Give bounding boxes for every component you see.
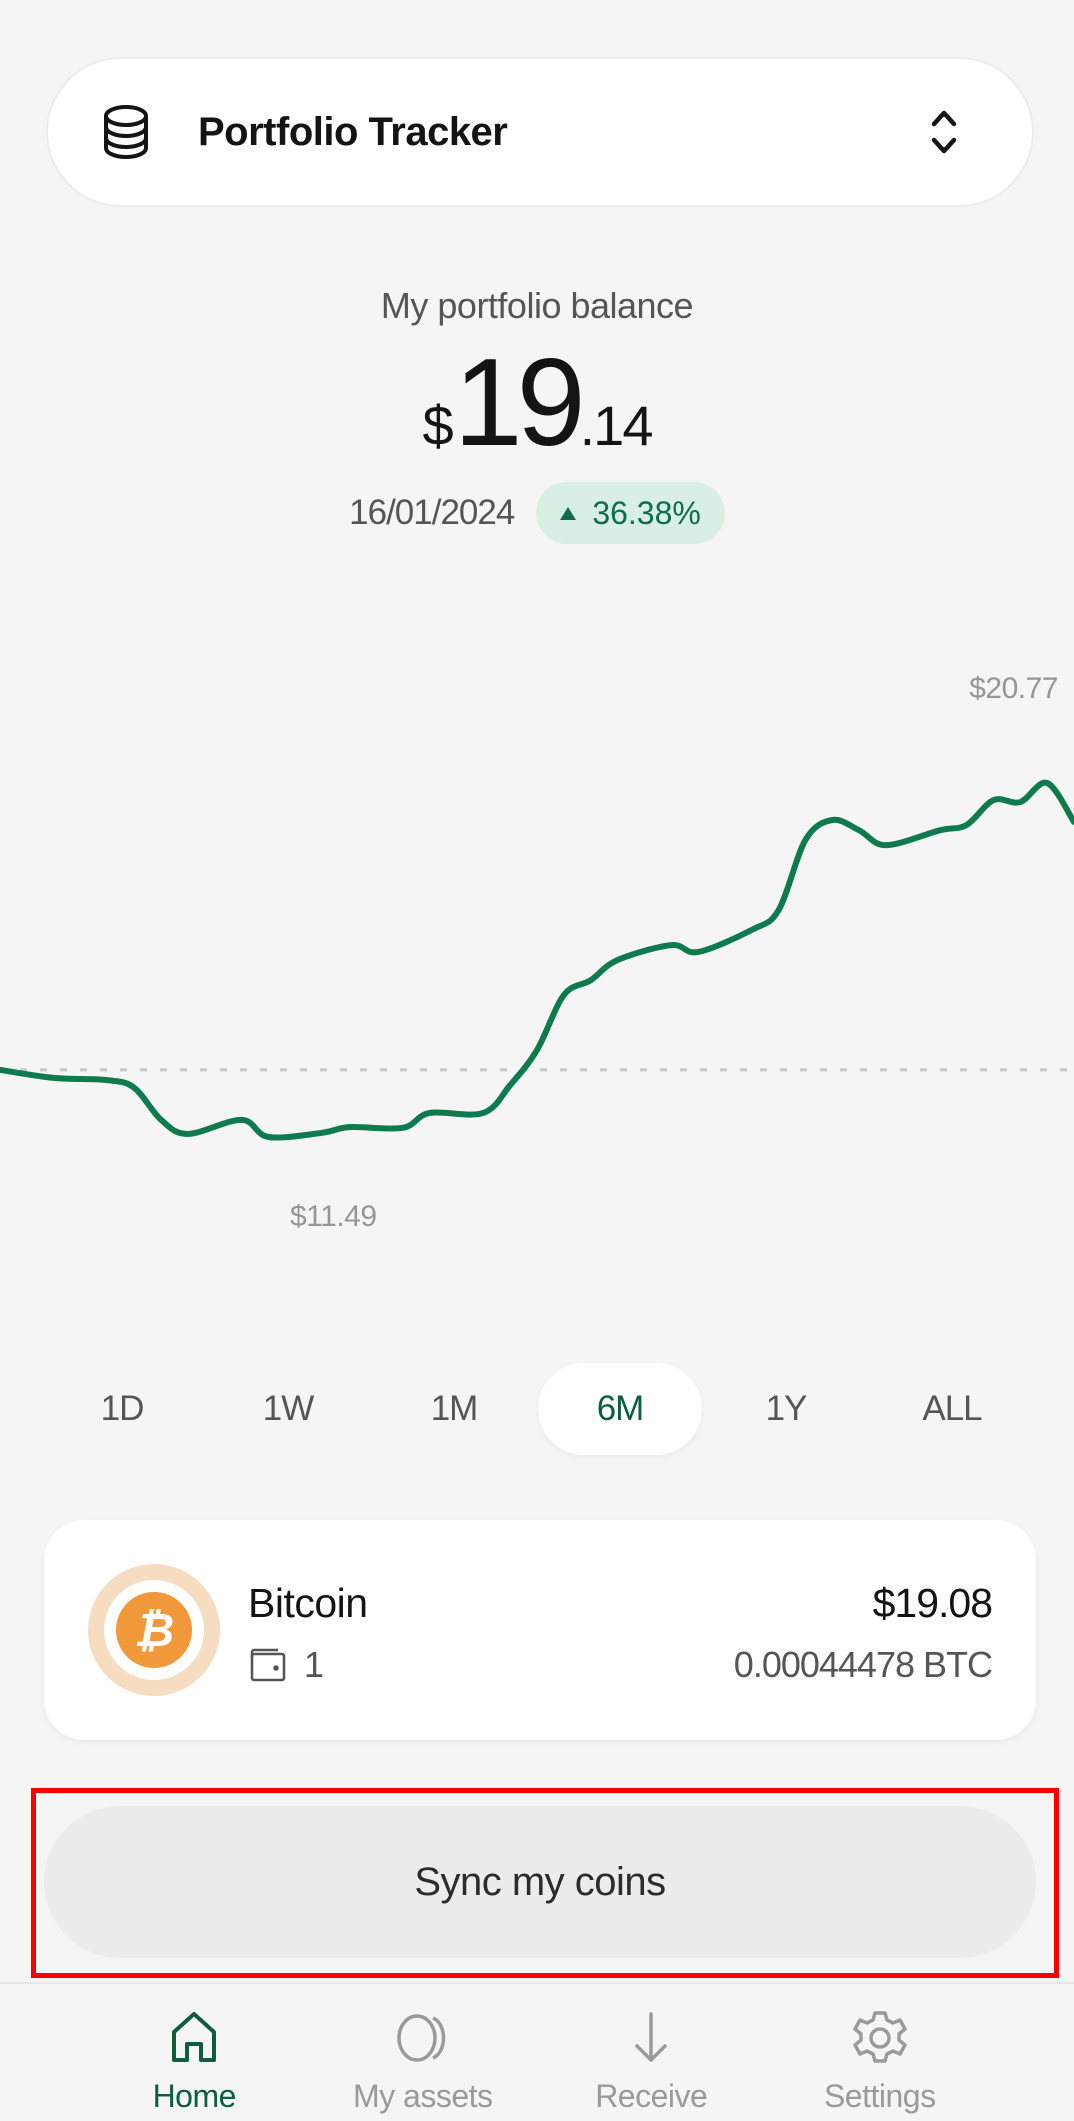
nav-home[interactable]: Home [94,1984,294,2121]
triangle-up-icon [560,506,577,520]
sync-coins-button[interactable]: Sync my coins [44,1806,1036,1958]
portfolio-selector[interactable]: Portfolio Tracker [46,57,1034,207]
time-range-selector: 1D 1W 1M 6M 1Y ALL [40,1363,1034,1455]
balance-currency: $ [422,394,454,457]
asset-card-bitcoin[interactable]: ₿ Bitcoin 1 $19.08 0.00044478 BTC [44,1520,1036,1740]
chart-max-label: $20.77 [969,672,1058,705]
nav-settings-label: Settings [823,2078,936,2114]
nav-receive-label: Receive [595,2078,708,2114]
asset-wallet-count: 1 [250,1644,324,1686]
range-1w[interactable]: 1W [206,1363,370,1455]
range-6m[interactable]: 6M [538,1363,702,1455]
chart-canvas [0,779,1074,1141]
nav-receive[interactable]: Receive [551,1984,751,2121]
balance-meta: 16/01/2024 36.38% [0,482,1074,544]
database-coins-icon [104,105,148,160]
balance-decimal: .14 [579,394,654,457]
asset-name: Bitcoin [248,1580,368,1626]
portfolio-title: Portfolio Tracker [198,109,508,154]
balance-date: 16/01/2024 [349,493,515,532]
change-percent: 36.38% [592,494,701,531]
change-badge: 36.38% [536,482,725,544]
bitcoin-icon: ₿ [88,1564,220,1696]
range-1m[interactable]: 1M [372,1363,536,1455]
range-all[interactable]: ALL [870,1363,1034,1455]
arrow-down-icon [635,2012,667,2062]
nav-home-label: Home [152,2078,237,2114]
chart-min-label: $11.49 [290,1200,377,1233]
bottom-navigation: Home My assets Receive Settings [0,1982,1074,2121]
portfolio-balance: $19.14 [0,338,1074,468]
balance-label: My portfolio balance [380,285,694,326]
asset-value: $19.08 [872,1580,993,1626]
range-1d[interactable]: 1D [40,1363,204,1455]
range-1y[interactable]: 1Y [704,1363,868,1455]
home-icon [172,2012,217,2062]
wallet-count: 1 [304,1644,325,1685]
chevron-up-down-icon[interactable] [926,104,962,160]
coins-icon [397,2014,445,2062]
series-line [0,779,1074,1141]
gear-icon [853,2011,907,2063]
nav-my-assets[interactable]: My assets [323,1984,523,2121]
asset-amount: 0.00044478 BTC [733,1644,993,1685]
portfolio-chart[interactable]: $20.77 $11.49 [0,640,1074,1280]
balance-integer: 19 [453,334,586,472]
nav-my-assets-label: My assets [352,2078,493,2114]
svg-text:₿: ₿ [134,1604,174,1656]
wallet-icon [250,1648,286,1682]
nav-settings[interactable]: Settings [780,1984,980,2121]
